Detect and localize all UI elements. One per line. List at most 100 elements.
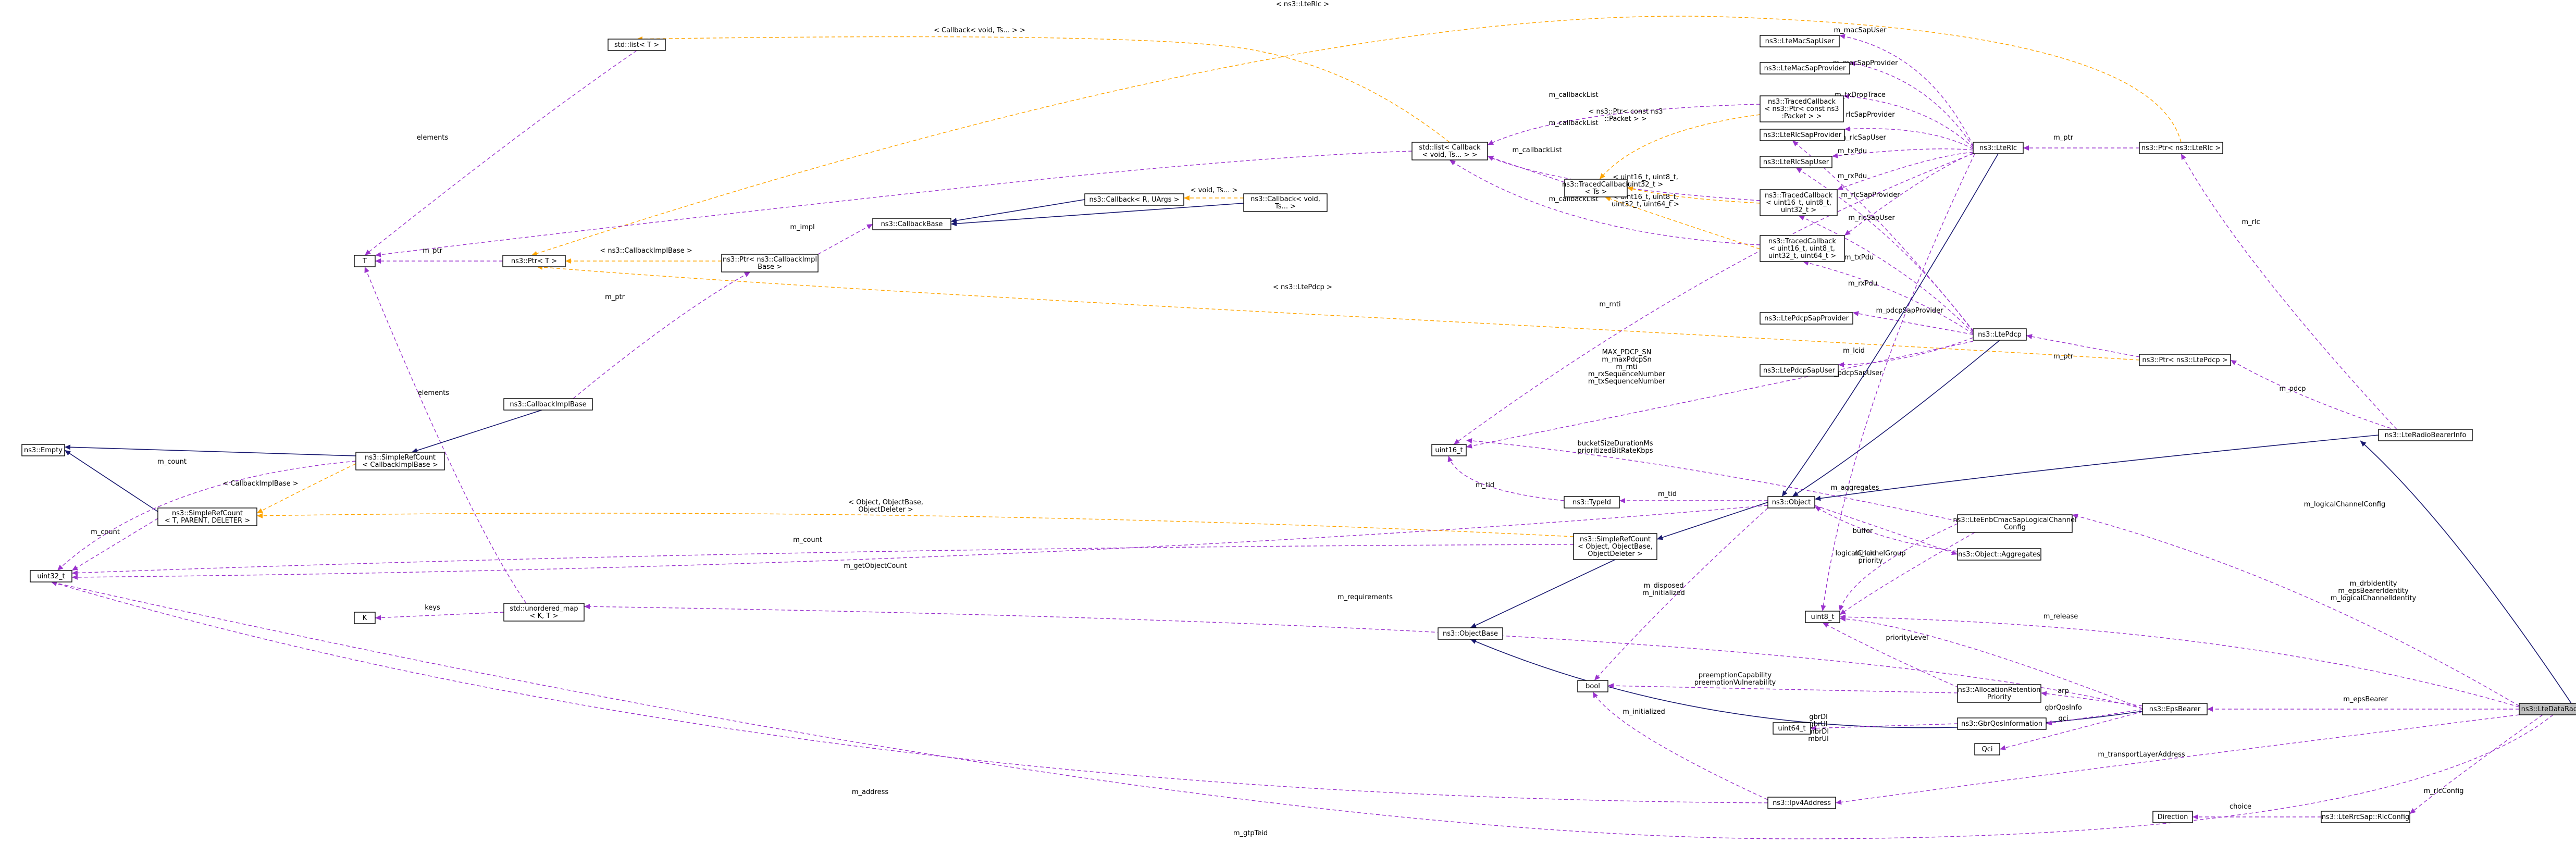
class-node-empty[interactable]: ns3::Empty xyxy=(21,444,65,456)
class-node-aggregates[interactable]: ns3::Object::Aggregates xyxy=(1957,548,2041,561)
class-node-ltemacsapprovider[interactable]: ns3::LteMacSapProvider xyxy=(1760,62,1850,75)
usage-edge: m_callbackList xyxy=(1449,159,1761,245)
arrowhead xyxy=(584,604,590,610)
edge-label: elements xyxy=(418,389,450,397)
class-node-ptrt[interactable]: ns3::Ptr< T > xyxy=(502,255,566,267)
edge-line xyxy=(1814,435,2379,500)
edge-line xyxy=(1599,114,1761,180)
class-node-direction[interactable]: Direction xyxy=(2152,811,2193,823)
class-node-typeid[interactable]: ns3::TypeId xyxy=(1564,496,1620,509)
usage-edge: m_aggregates xyxy=(1814,484,1958,555)
arrowhead xyxy=(1184,195,1190,201)
arrowhead xyxy=(257,513,263,518)
node-label: uint16_t xyxy=(1435,447,1463,454)
class-node-cbbase[interactable]: ns3::CallbackBase xyxy=(872,218,951,230)
class-node-qci[interactable]: Qci xyxy=(1974,743,2000,755)
edge-label: m_logicalChannelConfig xyxy=(2304,501,2385,509)
class-node-lcconfig[interactable]: ns3::LteEnbCmacSapLogicalChannel Config xyxy=(1953,514,2077,533)
class-node-objectbase[interactable]: ns3::ObjectBase xyxy=(1438,627,1503,640)
class-node-src_object[interactable]: ns3::SimpleRefCount < Object, ObjectBase,… xyxy=(1573,533,1657,560)
class-node-unorderedmap[interactable]: std::unordered_map < K, T > xyxy=(503,603,585,622)
node-label: ns3::Ptr< ns3::LteRlc > xyxy=(2141,144,2221,152)
usage-edge: MAX_PDCP_SN m_maxPdcpSn m_rnti m_rxSequence… xyxy=(1466,341,1974,449)
usage-edge: m_drbIdentity m_epsBearerIdentity m_logica… xyxy=(1839,580,2520,708)
edge-line xyxy=(1814,505,1958,555)
arrowhead xyxy=(1832,153,1838,158)
class-node-src_generic[interactable]: ns3::SimpleRefCount < T, PARENT, DELETER … xyxy=(157,507,257,526)
class-node-lterlc[interactable]: ns3::LteRlc xyxy=(1973,142,2024,154)
edge-line xyxy=(375,612,504,618)
edge-line xyxy=(364,50,637,256)
class-node-arp[interactable]: ns3::AllocationRetention Priority xyxy=(1957,684,2041,703)
usage-edge: m_txPdu xyxy=(1837,147,1974,190)
inheritance-edge xyxy=(64,450,158,512)
node-label: ns3::Empty xyxy=(24,447,63,454)
class-node-src_cbimpl[interactable]: ns3::SimpleRefCount < CallbackImplBase > xyxy=(355,452,445,470)
usage-edge: m_callbackList xyxy=(1487,146,1565,183)
class-node-uint32_t[interactable]: uint32_t xyxy=(30,570,72,582)
edge-label: < ns3::LteRlc > xyxy=(1276,1,1329,8)
class-node-lterlcsapuser[interactable]: ns3::LteRlcSapUser xyxy=(1760,156,1832,168)
node-label: ns3::LtePdcpSapUser xyxy=(1763,367,1836,375)
class-node-callbackvoid[interactable]: ns3::Callback< void, Ts... > xyxy=(1243,193,1328,212)
arrowhead xyxy=(1792,491,1799,497)
class-node-ptrlterlc[interactable]: ns3::Ptr< ns3::LteRlc > xyxy=(2139,142,2223,154)
class-node-ltemacsapuser[interactable]: ns3::LteMacSapUser xyxy=(1760,35,1840,47)
edge-label: m_requirements xyxy=(1337,593,1393,601)
class-node-uint64_t[interactable]: uint64_t xyxy=(1773,722,1811,735)
edge-line xyxy=(1839,35,1974,146)
node-label: ns3::LteMacSapProvider xyxy=(1764,65,1846,72)
class-node-tcb3[interactable]: ns3::TracedCallback < uint16_t, uint8_t, u… xyxy=(1760,189,1838,216)
class-node-lterbinfo[interactable]: ns3::LteRadioBearerInfo xyxy=(2378,429,2473,441)
class-node-callbackru[interactable]: ns3::Callback< R, UArgs > xyxy=(1084,193,1184,206)
node-label: ns3::LteDataRadioBearerInfo xyxy=(2521,705,2576,713)
usage-edge: elements xyxy=(364,50,637,256)
class-node-rlcconfig[interactable]: ns3::LteRrcSap::RlcConfig xyxy=(2321,811,2410,823)
class-node-uint8_t[interactable]: uint8_t xyxy=(1805,611,1840,623)
class-node-stdlistt[interactable]: std::list< T > xyxy=(608,39,666,51)
class-node-tcb4[interactable]: ns3::TracedCallback < uint16_t, uint8_t, u… xyxy=(1760,235,1845,262)
class-node-ltedatarbinfo[interactable]: ns3::LteDataRadioBearerInfo xyxy=(2519,703,2576,715)
class-node-ltepdcpsapuser[interactable]: ns3::LtePdcpSapUser xyxy=(1760,364,1839,377)
edge-line xyxy=(256,513,1574,537)
class-node-object[interactable]: ns3::Object xyxy=(1767,496,1815,509)
edge-label: m_lcid xyxy=(1843,347,1865,355)
class-node-epsbearer[interactable]: ns3::EpsBearer xyxy=(2142,703,2208,715)
class-node-t[interactable]: T xyxy=(354,255,376,267)
usage-edge: m_ptr xyxy=(573,271,751,399)
edge-label: m_initialized xyxy=(1623,708,1665,716)
class-node-tcbts[interactable]: ns3::TracedCallback < Ts > xyxy=(1562,179,1630,197)
class-node-k[interactable]: K xyxy=(354,612,376,624)
arrowhead xyxy=(2023,145,2029,151)
edge-label: m_rnti xyxy=(1599,301,1620,308)
edge-line xyxy=(1839,616,2520,708)
arrowhead xyxy=(1820,605,1826,611)
class-node-ptrltepdcp[interactable]: ns3::Ptr< ns3::LtePdcp > xyxy=(2139,354,2231,366)
class-node-stdlistcb[interactable]: std::list< Callback < void, Ts... > > xyxy=(1411,142,1488,160)
class-node-lterlcsapprovider[interactable]: ns3::LteRlcSapProvider xyxy=(1760,129,1845,141)
class-node-uint16_t[interactable]: uint16_t xyxy=(1431,444,1467,456)
edge-label: logicalChannelGroup priority xyxy=(1835,550,1905,565)
template-edge: < Callback< void, Ts... > > xyxy=(636,27,1450,143)
arrowhead xyxy=(365,250,371,255)
edge-line xyxy=(2360,440,2572,704)
class-node-tcbpacket[interactable]: ns3::TracedCallback < ns3::Ptr< const ns3… xyxy=(1760,95,1844,122)
edge-label: m_rlcSapProvider xyxy=(1836,111,1895,119)
edge-label: buffer xyxy=(1853,527,1873,535)
class-node-ltepdcpsapprovider[interactable]: ns3::LtePdcpSapProvider xyxy=(1760,312,1853,325)
class-node-cbimplbase[interactable]: ns3::CallbackImplBase xyxy=(503,398,593,411)
edge-label: m_pdcp xyxy=(2279,385,2306,393)
usage-edge: m_address xyxy=(51,581,1768,803)
node-label: ns3::CallbackImplBase xyxy=(510,401,586,408)
edge-label: m_count xyxy=(793,536,822,544)
edge-line xyxy=(2026,335,2140,357)
edge-line xyxy=(531,16,2182,256)
class-node-ptrcbimpl[interactable]: ns3::Ptr< ns3::CallbackImpl Base > xyxy=(721,254,819,272)
node-label: ns3::LteRlc xyxy=(1979,144,2017,152)
class-node-bool[interactable]: bool xyxy=(1577,680,1608,692)
nodes-layer: uint32_t ns3::Emptyns3::SimpleRefCount < T… xyxy=(21,35,2576,823)
class-node-ipv4address[interactable]: ns3::Ipv4Address xyxy=(1767,797,1836,809)
class-node-ltepdcp[interactable]: ns3::LtePdcp xyxy=(1973,328,2027,341)
edge-label: gbrDl gbrUl mbrDl mbrUl xyxy=(1808,713,1829,743)
class-node-gbrqos[interactable]: ns3::GbrQosInformation xyxy=(1957,717,2047,730)
